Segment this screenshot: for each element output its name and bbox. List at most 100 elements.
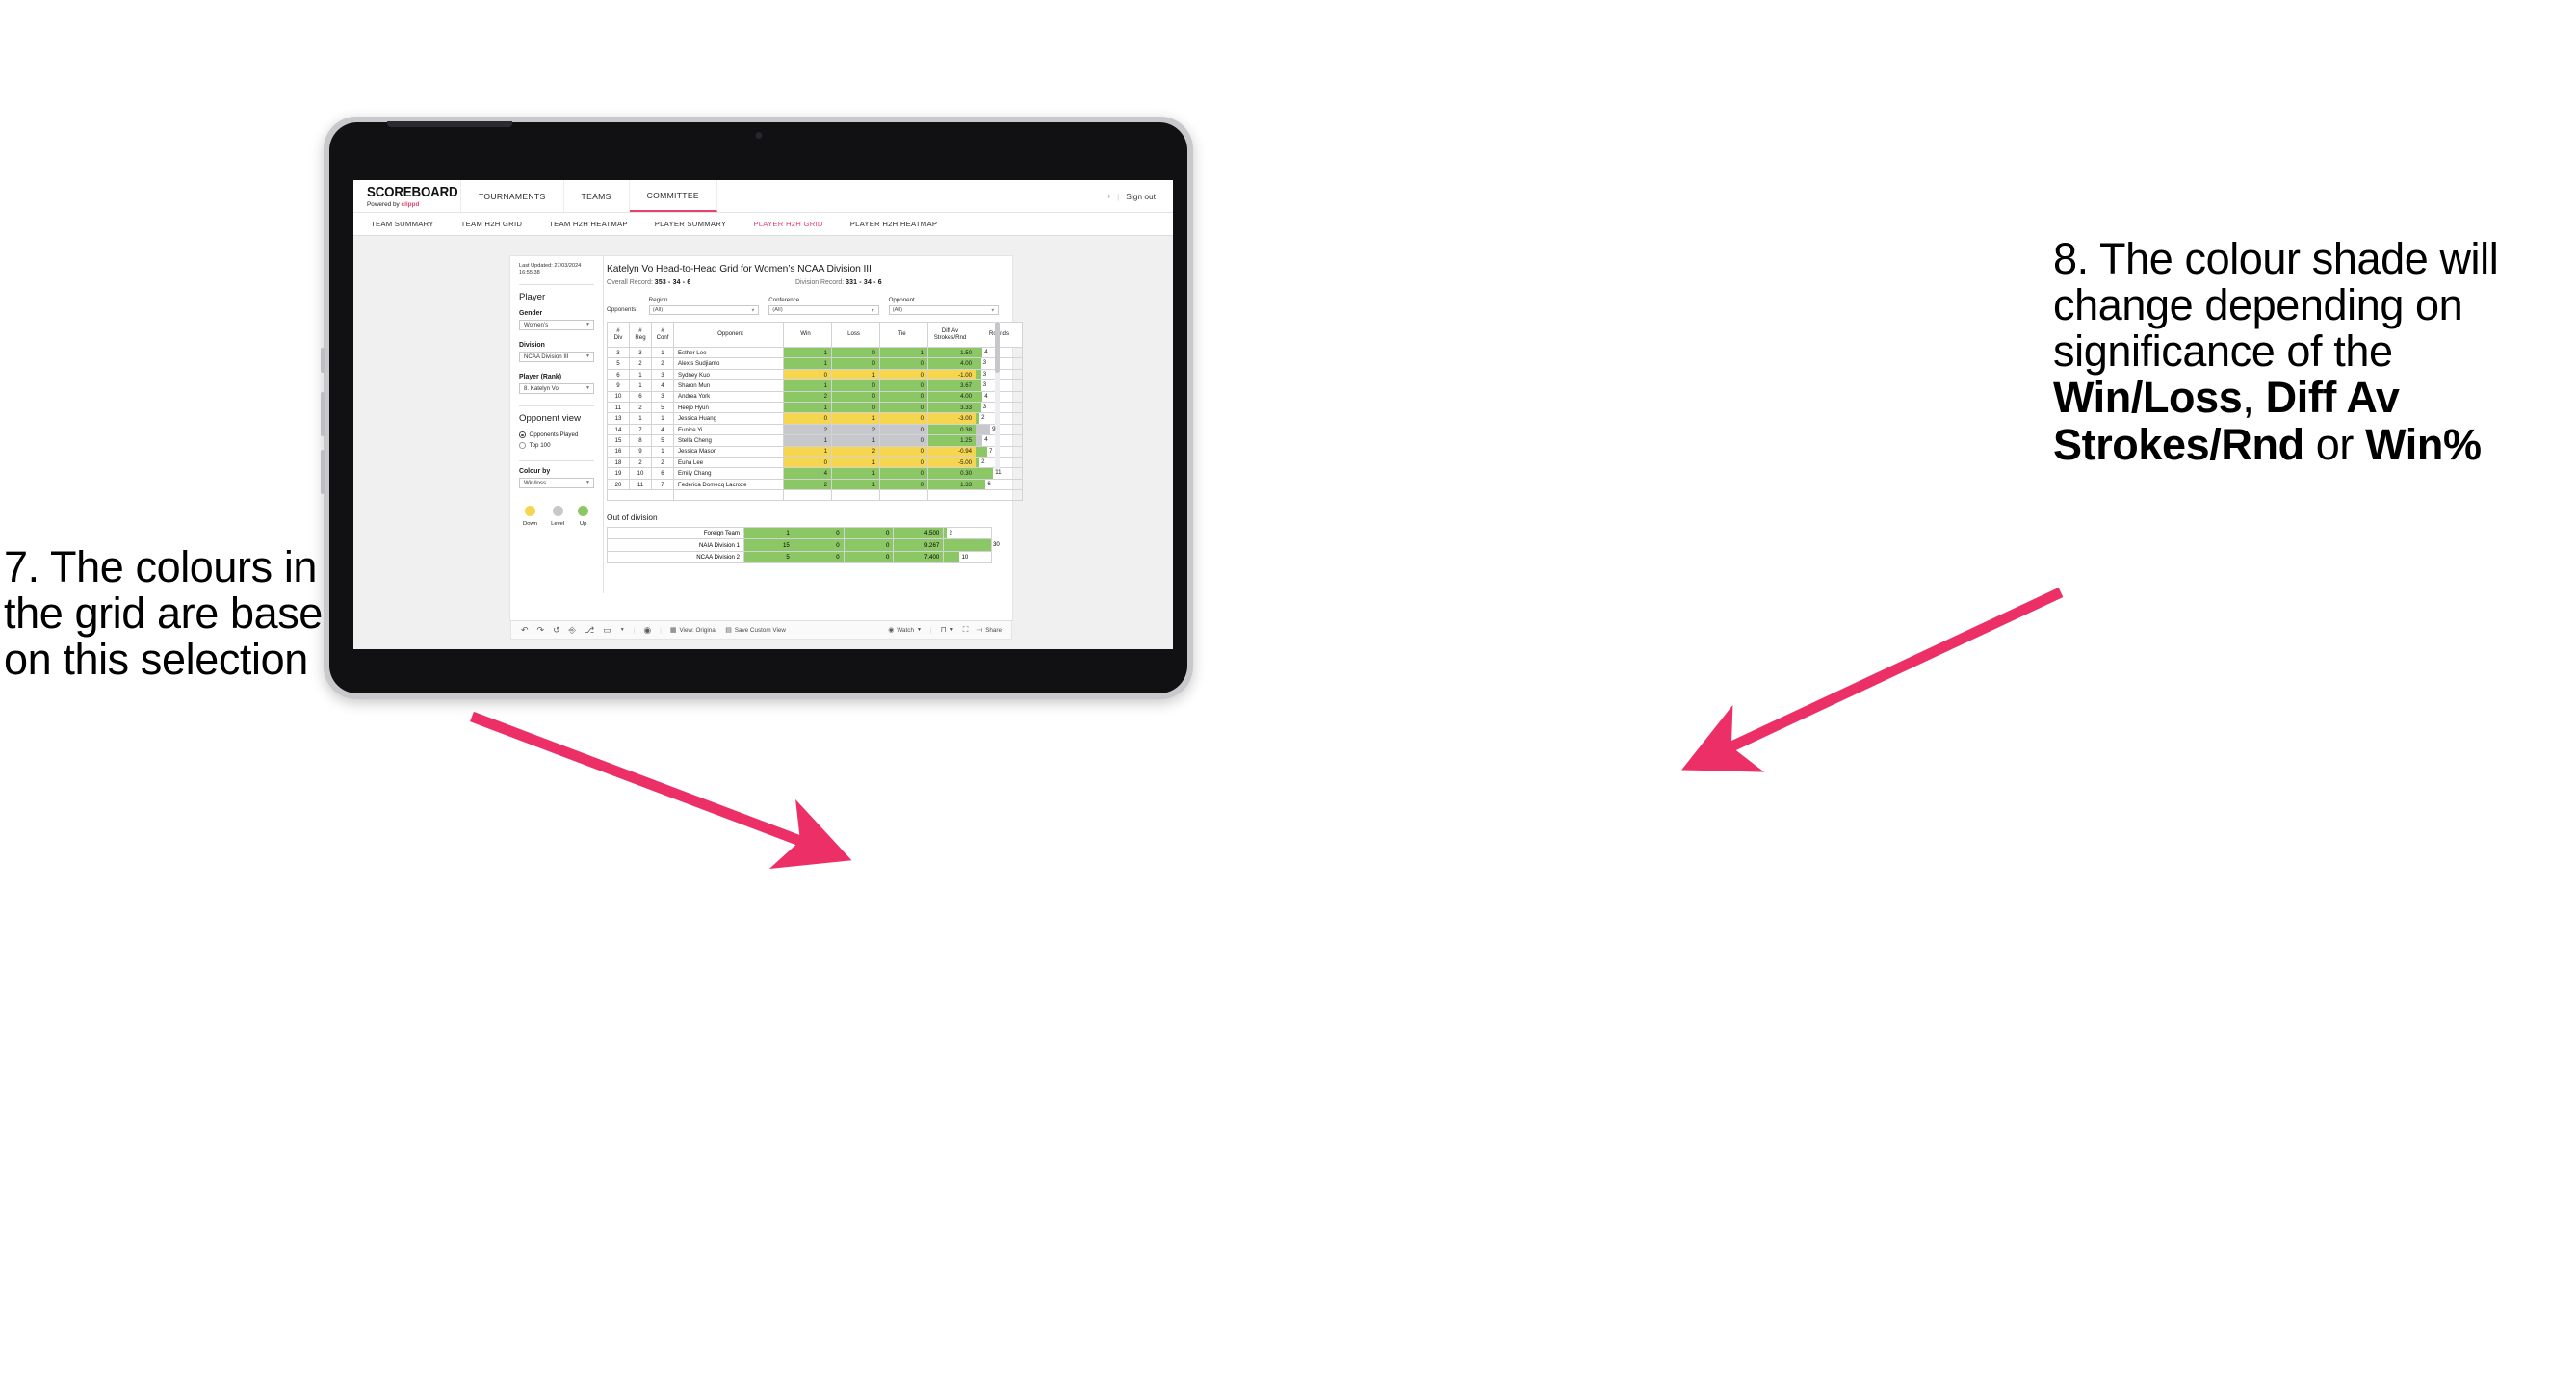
cell-loss: 0 xyxy=(831,357,880,370)
table-row[interactable]: 11 2 5 Heejo Hyun 1 0 0 3.33 3 xyxy=(607,402,1023,414)
chevron-down-icon: ▼ xyxy=(990,307,995,313)
chevron-right-icon[interactable]: › xyxy=(1107,192,1110,200)
colour-by-select[interactable]: Win/loss ▼ xyxy=(519,477,594,488)
cell-div: 9 xyxy=(607,379,630,392)
toolbar-divider-2: | xyxy=(660,626,662,634)
cell-tie: 0 xyxy=(879,445,928,458)
filter-conference-label: Conference xyxy=(768,297,800,303)
tab-team-summary[interactable]: TEAM SUMMARY xyxy=(371,220,434,228)
table-row[interactable]: 18 2 2 Euna Lee 0 1 0 -5.00 2 xyxy=(607,457,1023,469)
nav-item-tournaments[interactable]: TOURNAMENTS xyxy=(461,180,564,212)
out-of-division-row[interactable]: NCAA Division 2 5 0 0 7.400 10 xyxy=(607,550,992,564)
cell-div: 11 xyxy=(607,402,630,414)
cell-reg: 1 xyxy=(629,412,652,425)
filter-conference-select[interactable]: (All) ▼ xyxy=(768,305,879,315)
cell-reg: 8 xyxy=(629,434,652,447)
filter-region-select[interactable]: (All) ▼ xyxy=(648,305,760,315)
download-button[interactable]: ⊓ ▼ xyxy=(941,626,954,634)
caret-down-icon[interactable]: ▼ xyxy=(620,627,625,633)
brand-clippd: clippd xyxy=(401,200,420,208)
brand-logo: SCOREBOARD Powered by clippd xyxy=(353,180,461,212)
col-diff-line2: Strokes/Rnd xyxy=(933,333,967,341)
filter-conference: Conference (All) ▼ xyxy=(768,297,879,315)
radio-top-100[interactable]: Top 100 xyxy=(519,442,594,449)
cell-conf: 3 xyxy=(651,368,674,381)
annotation-8: 8. The colour shade will change dependin… xyxy=(2053,235,2573,469)
cell-diff: 3.67 xyxy=(927,379,976,392)
sign-out-link[interactable]: Sign out xyxy=(1126,192,1156,201)
table-row[interactable]: 10 6 3 Andrea York 2 0 0 4.00 4 xyxy=(607,390,1023,404)
nav-item-teams[interactable]: TEAMS xyxy=(564,180,630,212)
filter-opponent: Opponent (All) ▼ xyxy=(888,297,999,315)
workbook-toolbar: ↶ ↷ ↺ ⎆ ⎇ ▭ ▼ | ◉ | ▦ View: Original ▤ Sav… xyxy=(510,620,1012,640)
cell-tie: 0 xyxy=(879,357,928,370)
table-row[interactable]: 5 2 2 Alexis Sudjianto 1 0 0 4.00 3 xyxy=(607,357,1023,370)
filter-opponent-select[interactable]: (All) ▼ xyxy=(888,305,999,315)
table-filler-cell xyxy=(879,489,928,501)
tab-player-summary[interactable]: PLAYER SUMMARY xyxy=(655,220,727,228)
view-original-button[interactable]: ▦ View: Original xyxy=(670,627,716,634)
table-row[interactable]: 13 1 1 Jessica Huang 0 1 0 -3.00 2 xyxy=(607,412,1023,425)
undo-icon[interactable]: ↶ xyxy=(521,625,529,635)
table-row[interactable]: 14 7 4 Eunice Yi 2 2 0 0.38 9 xyxy=(607,423,1023,436)
rounds-value: 4 xyxy=(984,436,988,444)
annotation-8-seg-5: Win% xyxy=(2365,419,2482,469)
scoreboard-app: SCOREBOARD Powered by clippd TOURNAMENTS… xyxy=(353,180,1173,649)
radio-opponents-played[interactable]: Opponents Played xyxy=(519,431,594,438)
table-row[interactable]: 16 9 1 Jessica Mason 1 2 0 -0.94 7 xyxy=(607,445,1023,458)
ipad-device: SCOREBOARD Powered by clippd TOURNAMENTS… xyxy=(321,117,1193,699)
redo-icon[interactable]: ↷ xyxy=(537,625,545,635)
cell-diff: 4.00 xyxy=(927,390,976,404)
table-row[interactable]: 9 1 4 Sharon Mun 1 0 0 3.67 3 xyxy=(607,379,1023,392)
tab-team-h2h-grid[interactable]: TEAM H2H GRID xyxy=(461,220,522,228)
shape-icon[interactable]: ▭ xyxy=(603,625,611,635)
out-of-division-table: Foreign Team 1 0 0 4.500 2 NAIA Division 1 15 0 0… xyxy=(607,526,1000,564)
cell-opponent: Sydney Kuo xyxy=(673,368,784,381)
save-custom-view-button[interactable]: ▤ Save Custom View xyxy=(725,627,786,634)
division-select[interactable]: NCAA Division III ▼ xyxy=(519,351,594,362)
grid-header-row: #Div #Reg #Conf Opponent Win Loss Tie xyxy=(607,322,1023,348)
cell-reg: 2 xyxy=(629,357,652,370)
toolbar-divider-3: | xyxy=(929,626,932,634)
gender-select[interactable]: Women’s ▼ xyxy=(519,319,594,330)
cell-conf: 5 xyxy=(651,402,674,414)
watch-label: Watch xyxy=(897,626,914,634)
table-row[interactable]: 3 3 1 Esther Lee 1 0 1 1.50 4 xyxy=(607,346,1023,359)
overall-record: Overall Record: 353 - 34 - 6 xyxy=(607,279,795,286)
h2h-grid-wrapper: #Div #Reg #Conf Opponent Win Loss Tie xyxy=(607,322,1023,501)
cell-win: 1 xyxy=(783,445,832,458)
table-row[interactable]: 20 11 7 Federica Domecq Lacroze 2 1 0 1.33 6 xyxy=(607,478,1023,491)
tab-player-h2h-grid[interactable]: PLAYER H2H GRID xyxy=(753,220,822,228)
nav-item-committee[interactable]: COMMITTEE xyxy=(629,180,717,212)
refresh-icon[interactable]: ⎆ xyxy=(569,625,576,635)
revert-icon[interactable]: ↺ xyxy=(553,625,560,635)
toolbar-divider-1: | xyxy=(633,626,636,634)
out-of-division-row[interactable]: Foreign Team 1 0 0 4.500 2 xyxy=(607,526,992,540)
cell-div: 5 xyxy=(607,357,630,370)
label-division: Division xyxy=(519,341,545,349)
cell-diff: -0.94 xyxy=(927,445,976,458)
pause-icon[interactable]: ⎇ xyxy=(585,625,594,635)
out-of-division-row[interactable]: NAIA Division 1 15 0 0 9.267 30 xyxy=(607,538,1000,552)
cell-win: 1 xyxy=(783,402,832,414)
alert-icon[interactable]: ◉ xyxy=(643,625,651,635)
player-rank-select[interactable]: 8. Katelyn Vo ▼ xyxy=(519,382,594,394)
fullscreen-icon[interactable]: ⛶ xyxy=(963,626,969,634)
device-button-volume-up xyxy=(321,392,325,436)
brand-powered-by: Powered by clippd xyxy=(367,201,460,208)
table-row[interactable]: 15 8 5 Stella Cheng 1 1 0 1.25 4 xyxy=(607,434,1023,447)
brand-powered-prefix: Powered by xyxy=(367,200,402,208)
device-button-volume-down xyxy=(321,450,325,494)
tab-team-h2h-heatmap[interactable]: TEAM H2H HEATMAP xyxy=(549,220,628,228)
cell-opponent: Federica Domecq Lacroze xyxy=(673,478,784,491)
watch-button[interactable]: ◉ Watch ▼ xyxy=(888,627,922,634)
share-button[interactable]: ⟞ Share xyxy=(976,627,1002,634)
table-row[interactable]: 19 10 6 Emily Chang 4 1 0 0.30 11 xyxy=(607,467,1023,480)
col-reg: # Reg xyxy=(629,322,652,348)
legend-label-level: Level xyxy=(551,520,565,527)
last-updated: Last Updated: 27/03/2024 16:55:38 xyxy=(519,263,594,277)
cell-win: 0 xyxy=(783,412,832,425)
table-row[interactable]: 6 1 3 Sydney Kuo 0 1 0 -1.00 3 xyxy=(607,368,1023,381)
cell-win: 4 xyxy=(783,467,832,480)
tab-player-h2h-heatmap[interactable]: PLAYER H2H HEATMAP xyxy=(850,220,938,228)
